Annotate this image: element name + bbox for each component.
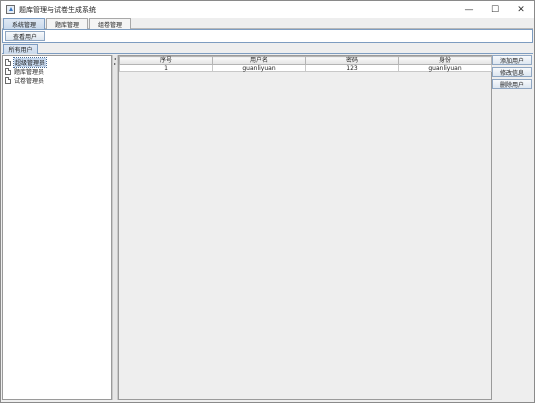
- users-table: 序号 用户名 密码 身份 1 guanliyuan 123 guanliyuan: [119, 56, 492, 72]
- cell-password[interactable]: 123: [305, 64, 399, 72]
- view-users-button[interactable]: 查看用户: [5, 31, 45, 41]
- cell-role[interactable]: guanliyuan: [398, 64, 492, 72]
- tab-paper-management[interactable]: 组卷管理: [89, 18, 132, 29]
- toolbar-panel: 查看用户: [2, 29, 533, 43]
- column-header-username[interactable]: 用户名: [212, 56, 306, 65]
- window-controls: — ☐ ✕: [456, 1, 534, 18]
- app-icon: [6, 5, 15, 14]
- expand-right-icon[interactable]: [114, 63, 116, 65]
- column-header-index[interactable]: 序号: [119, 56, 213, 65]
- edit-info-button[interactable]: 修改信息: [492, 67, 532, 77]
- tab-question-bank-management[interactable]: 题库管理: [46, 18, 89, 29]
- users-table-pane: 序号 用户名 密码 身份 1 guanliyuan 123 guanliyuan: [118, 55, 492, 400]
- table-row[interactable]: 1 guanliyuan 123 guanliyuan: [119, 64, 492, 72]
- action-button-column: 添加用户 修改信息 删除用户: [492, 55, 533, 91]
- tree-item-label: 试卷管理员: [14, 78, 45, 85]
- tab-all-users[interactable]: 所有用户: [3, 44, 38, 54]
- subtab-row: 所有用户: [2, 44, 533, 54]
- menu-tab-bar: 系统管理 题库管理 组卷管理: [2, 18, 533, 29]
- tree-item-super-admin[interactable]: 超级管理员: [3, 57, 111, 68]
- tree-item-paper-admin[interactable]: 试卷管理员: [3, 76, 111, 85]
- cell-index[interactable]: 1: [119, 64, 213, 72]
- document-icon: [5, 77, 11, 84]
- column-header-role[interactable]: 身份: [398, 56, 492, 65]
- window-title: 题库管理与试卷生成系统: [19, 5, 96, 14]
- user-role-tree: 超级管理员 题库管理员 试卷管理员: [2, 55, 112, 400]
- table-header-row: 序号 用户名 密码 身份: [119, 56, 492, 65]
- collapse-left-icon[interactable]: [114, 58, 116, 60]
- document-icon: [5, 68, 11, 75]
- document-icon: [5, 59, 11, 66]
- close-button[interactable]: ✕: [508, 1, 534, 18]
- tab-system-management[interactable]: 系统管理: [3, 18, 46, 29]
- title-bar[interactable]: 题库管理与试卷生成系统 — ☐ ✕: [1, 1, 534, 18]
- main-window: 题库管理与试卷生成系统 — ☐ ✕ 系统管理 题库管理 组卷管理 查看用户 所有…: [0, 0, 535, 403]
- maximize-button[interactable]: ☐: [482, 1, 508, 18]
- cell-username[interactable]: guanliyuan: [212, 64, 306, 72]
- column-header-password[interactable]: 密码: [305, 56, 399, 65]
- minimize-button[interactable]: —: [456, 1, 482, 18]
- delete-user-button[interactable]: 删除用户: [492, 79, 532, 89]
- tree-item-bank-admin[interactable]: 题库管理员: [3, 67, 111, 76]
- tree-item-label: 题库管理员: [14, 69, 45, 76]
- add-user-button[interactable]: 添加用户: [492, 55, 532, 65]
- tree-item-label: 超级管理员: [12, 57, 48, 68]
